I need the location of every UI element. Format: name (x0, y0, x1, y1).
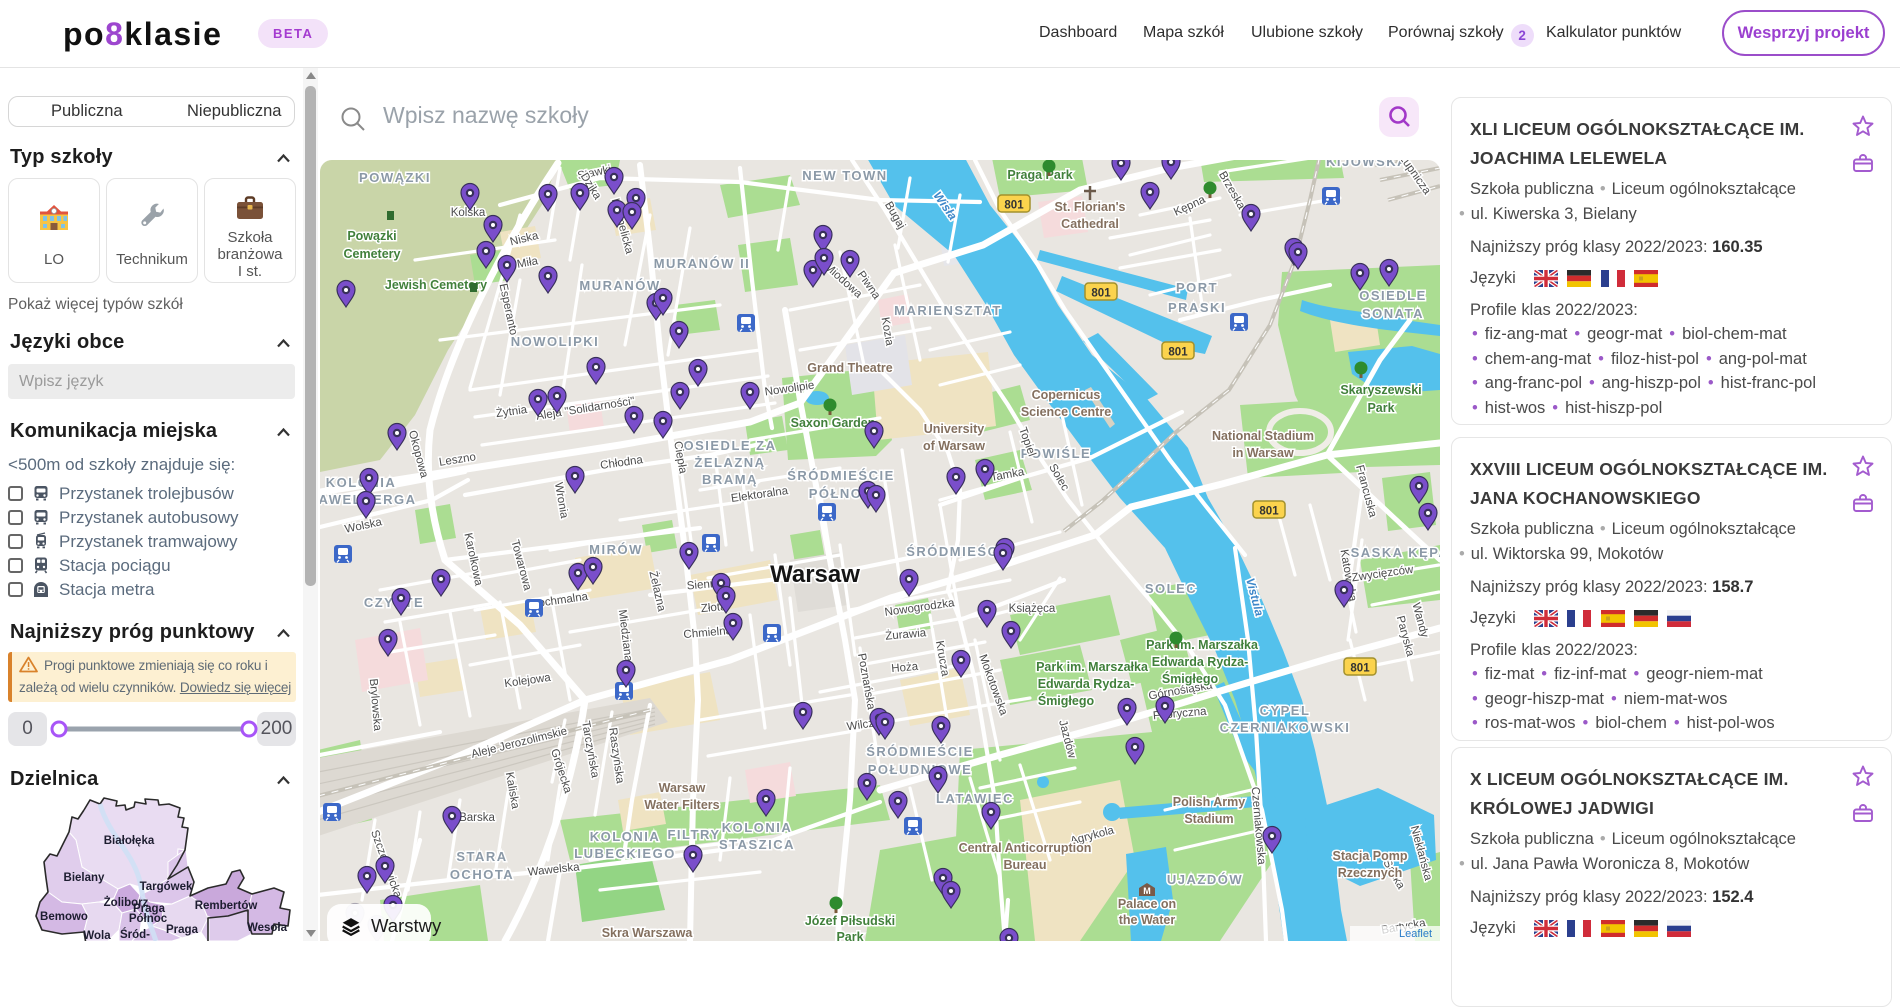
svg-text:Powązki: Powązki (347, 229, 396, 243)
svg-text:Grand Theatre: Grand Theatre (807, 361, 892, 375)
svg-text:Cathedral: Cathedral (1061, 217, 1119, 231)
svg-text:PRASKI: PRASKI (1168, 300, 1226, 315)
svg-text:Skaryszewski: Skaryszewski (1340, 383, 1421, 397)
svg-text:Skra Warszawa: Skra Warszawa (602, 926, 694, 940)
svg-text:Północ: Północ (129, 913, 168, 925)
svg-text:University: University (924, 422, 984, 436)
svg-text:POWĄZKI: POWĄZKI (359, 170, 431, 185)
svg-text:Park: Park (836, 930, 863, 941)
svg-text:Saxon Garden: Saxon Garden (791, 416, 876, 430)
svg-text:MURANÓW II: MURANÓW II (654, 256, 751, 271)
svg-text:Wesoła: Wesoła (247, 922, 288, 934)
svg-text:Barska: Barska (459, 812, 495, 824)
svg-text:OSIEDLE ZA: OSIEDLE ZA (683, 438, 776, 453)
svg-text:Stadium: Stadium (1184, 812, 1233, 826)
svg-text:Hoża: Hoża (891, 661, 919, 675)
svg-text:MIRÓW: MIRÓW (589, 542, 643, 557)
svg-text:PORT: PORT (1176, 280, 1218, 295)
svg-text:Park im. Marszałka: Park im. Marszałka (1146, 638, 1259, 652)
svg-text:ŚRÓDMIEŚCIE: ŚRÓDMIEŚCIE (866, 744, 974, 759)
svg-text:STASZICA: STASZICA (719, 837, 795, 852)
svg-text:FILTRY: FILTRY (667, 827, 720, 842)
svg-text:Warsaw: Warsaw (659, 781, 706, 795)
svg-text:Polish Army: Polish Army (1173, 795, 1246, 809)
svg-text:Water Filters: Water Filters (644, 798, 719, 812)
svg-text:Targówek: Targówek (140, 881, 193, 893)
svg-text:Rzecznych: Rzecznych (1338, 866, 1403, 880)
svg-text:in Warsaw: in Warsaw (1232, 446, 1294, 460)
svg-text:Park: Park (1367, 401, 1394, 415)
svg-text:ŻELAZNĄ: ŻELAZNĄ (694, 455, 765, 470)
svg-text:MURANÓW: MURANÓW (579, 278, 660, 293)
svg-text:Śród-: Śród- (120, 928, 150, 941)
svg-text:CYPEL: CYPEL (1260, 703, 1311, 718)
svg-text:KIJOWSKA: KIJOWSKA (1326, 160, 1408, 169)
svg-text:Warsaw: Warsaw (770, 561, 860, 588)
svg-text:Central Anticorruption: Central Anticorruption (959, 841, 1092, 855)
svg-text:Bureau: Bureau (1003, 858, 1046, 872)
svg-text:Wola: Wola (83, 930, 111, 941)
svg-text:National Stadium: National Stadium (1212, 429, 1314, 443)
svg-text:SASKA KĘPA: SASKA KĘPA (1351, 545, 1440, 560)
svg-text:OSIEDLE: OSIEDLE (1359, 288, 1427, 303)
svg-text:Książęca: Książęca (1009, 603, 1056, 615)
svg-text:Stacja Pomp: Stacja Pomp (1332, 849, 1407, 863)
svg-text:Bemowo: Bemowo (40, 911, 88, 923)
svg-text:801: 801 (1168, 347, 1188, 359)
svg-text:801: 801 (1004, 200, 1024, 212)
svg-text:SOLEC: SOLEC (1145, 581, 1197, 596)
svg-text:Rembertów: Rembertów (195, 900, 258, 912)
svg-text:M: M (1143, 886, 1151, 896)
svg-text:Bielany: Bielany (64, 872, 106, 884)
svg-text:Copernicus: Copernicus (1032, 388, 1101, 402)
svg-text:BRAMĄ: BRAMĄ (702, 472, 758, 487)
svg-text:Józef Piłsudski: Józef Piłsudski (805, 914, 895, 928)
svg-text:NEW TOWN: NEW TOWN (802, 168, 887, 183)
svg-text:LATAWIEC: LATAWIEC (936, 791, 1014, 806)
svg-text:MARIENSZTAT: MARIENSZTAT (894, 303, 1002, 318)
svg-text:NOWOLIPKI: NOWOLIPKI (511, 334, 600, 349)
svg-text:the Water: the Water (1119, 913, 1176, 927)
svg-text:STARA: STARA (456, 849, 507, 864)
svg-text:Edwarda Rydza-: Edwarda Rydza- (1038, 677, 1135, 691)
svg-text:Park im. Marszałka: Park im. Marszałka (1036, 660, 1149, 674)
svg-text:St. Florian's: St. Florian's (1054, 200, 1125, 214)
svg-text:801: 801 (1259, 506, 1279, 518)
svg-text:Science Centre: Science Centre (1021, 405, 1111, 419)
svg-text:CZERNIAKOWSKI: CZERNIAKOWSKI (1220, 720, 1351, 735)
svg-text:Edwarda Rydza-: Edwarda Rydza- (1152, 655, 1249, 669)
svg-text:ŚRÓDMIEŚCIE: ŚRÓDMIEŚCIE (787, 468, 895, 483)
svg-text:801: 801 (1091, 288, 1111, 300)
svg-text:KOLONIA: KOLONIA (722, 820, 792, 835)
svg-text:of Warsaw: of Warsaw (923, 439, 985, 453)
svg-text:Białołęka: Białołęka (104, 835, 155, 847)
svg-text:POŁUDNIOWE: POŁUDNIOWE (868, 762, 973, 777)
svg-text:Śmigłego: Śmigłego (1162, 671, 1219, 686)
svg-text:Kolska: Kolska (451, 207, 486, 219)
svg-text:Palace on: Palace on (1118, 897, 1176, 911)
svg-text:801: 801 (1350, 663, 1370, 675)
svg-text:Śmigłego: Śmigłego (1038, 693, 1095, 708)
svg-text:Cemetery: Cemetery (344, 247, 401, 261)
svg-text:Praga: Praga (166, 924, 199, 936)
svg-text:KOLONIA: KOLONIA (590, 829, 660, 844)
svg-text:LUBECKIEGO: LUBECKIEGO (574, 846, 676, 861)
svg-text:Leaflet: Leaflet (1399, 928, 1432, 940)
svg-text:SONATA: SONATA (1362, 306, 1424, 321)
svg-text:Praga Park: Praga Park (1007, 168, 1072, 182)
svg-text:UJAZDÓW: UJAZDÓW (1167, 872, 1243, 887)
svg-text:OCHOTA: OCHOTA (450, 867, 514, 882)
